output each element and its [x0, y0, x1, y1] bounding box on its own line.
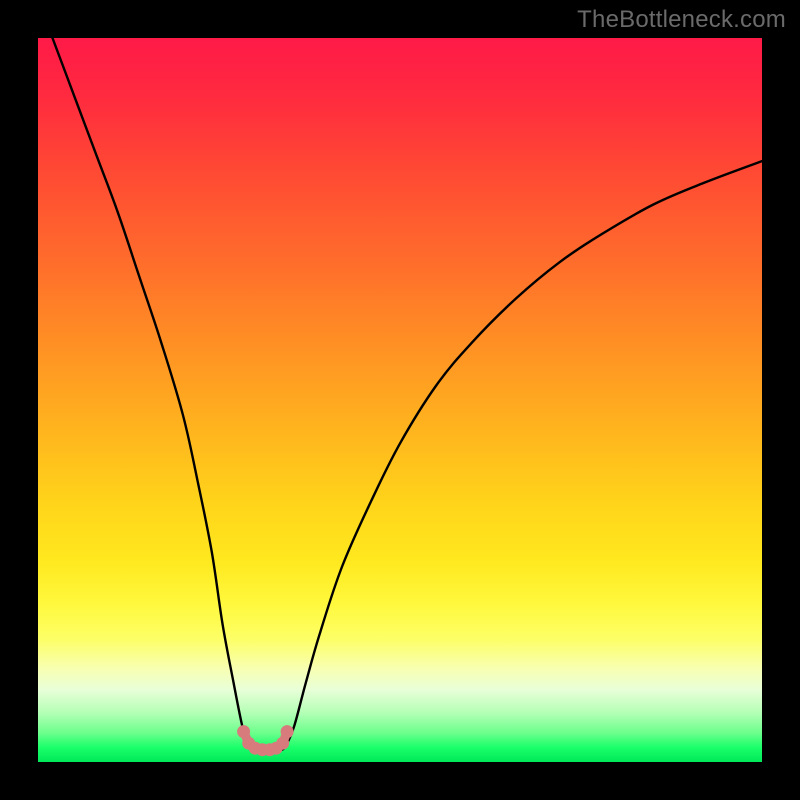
- chart-frame: TheBottleneck.com: [0, 0, 800, 800]
- plot-area: [38, 38, 762, 762]
- watermark-text: TheBottleneck.com: [577, 6, 786, 34]
- bottom-markers: [237, 725, 294, 756]
- curve-layer: [38, 38, 762, 762]
- marker-dot: [281, 725, 294, 738]
- marker-dot: [237, 725, 250, 738]
- bottleneck-curve: [53, 38, 763, 751]
- marker-dot: [276, 737, 289, 750]
